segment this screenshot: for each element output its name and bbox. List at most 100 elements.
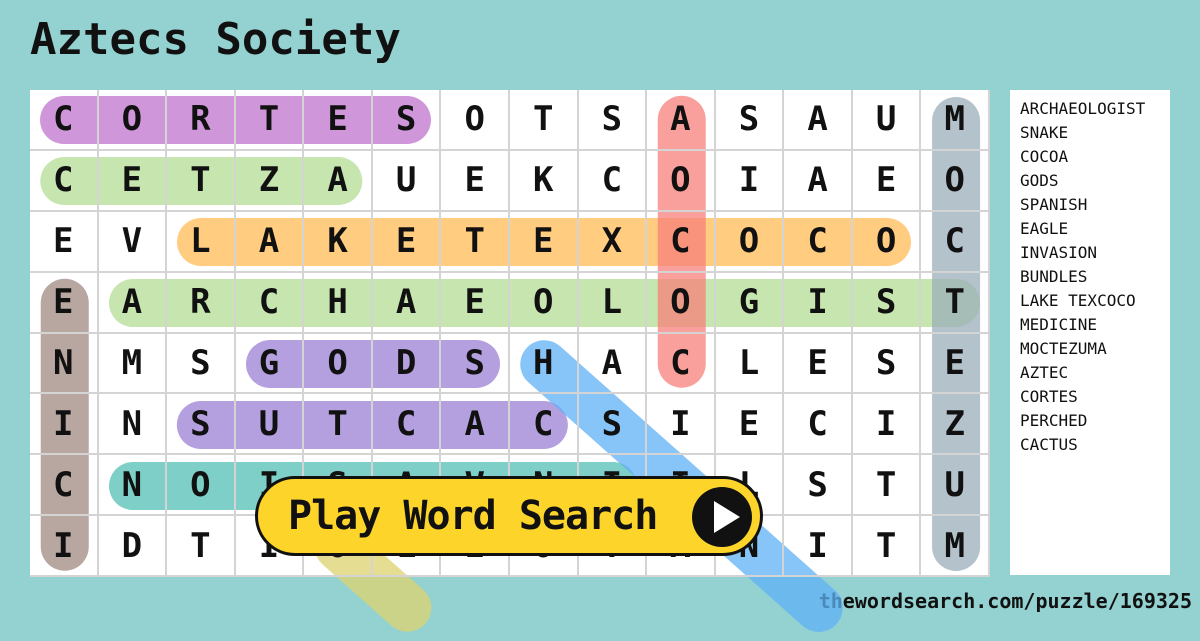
grid-cell[interactable]: A	[578, 333, 648, 395]
word-list-panel: ARCHAEOLOGIST SNAKE COCOA GODS SPANISH EAGLE I…	[1010, 90, 1170, 575]
grid-cell[interactable]: S	[167, 333, 236, 395]
grid-cell[interactable]: U	[372, 150, 442, 212]
grid-cell[interactable]: R	[167, 272, 236, 334]
grid-cell[interactable]: S	[852, 272, 922, 334]
grid-cell[interactable]: A	[372, 272, 442, 334]
grid-cell[interactable]: C	[235, 272, 305, 334]
grid-cell[interactable]: E	[784, 333, 853, 395]
grid-cell[interactable]: I	[715, 150, 785, 212]
grid-cell[interactable]: M	[921, 516, 990, 578]
grid-cell[interactable]: E	[441, 150, 510, 212]
grid-cell[interactable]: S	[852, 333, 922, 395]
grid-cell[interactable]: O	[852, 211, 922, 273]
grid-cell[interactable]: T	[235, 90, 305, 151]
grid-cell[interactable]: T	[441, 211, 510, 273]
grid-cell[interactable]: E	[30, 211, 99, 273]
grid-cell[interactable]: C	[510, 394, 579, 456]
grid-cell[interactable]: Z	[235, 150, 305, 212]
word-list-item: COCOA	[1020, 147, 1069, 166]
grid-cell[interactable]: C	[647, 211, 716, 273]
grid-cell[interactable]: T	[921, 272, 990, 334]
grid-cell[interactable]: O	[510, 272, 579, 334]
grid-cell[interactable]: N	[30, 333, 99, 395]
grid-cell[interactable]: O	[167, 455, 236, 517]
grid-cell[interactable]: E	[510, 211, 579, 273]
grid-cell[interactable]: A	[784, 150, 853, 212]
grid-cell[interactable]: E	[30, 272, 99, 334]
grid-cell[interactable]: T	[167, 150, 236, 212]
grid-cell[interactable]: D	[372, 333, 442, 395]
grid-cell[interactable]: U	[235, 394, 305, 456]
grid-cell[interactable]: C	[30, 455, 99, 517]
grid-cell[interactable]: E	[441, 272, 510, 334]
grid-cell[interactable]: N	[98, 394, 168, 456]
grid-cell[interactable]: I	[30, 516, 99, 578]
grid-cell[interactable]: R	[167, 90, 236, 151]
grid-cell[interactable]: A	[98, 272, 168, 334]
grid-cell[interactable]: O	[921, 150, 990, 212]
grid-cell[interactable]: O	[647, 272, 716, 334]
grid-cell[interactable]: L	[715, 333, 785, 395]
grid-cell[interactable]: C	[784, 394, 853, 456]
grid-cell[interactable]: U	[921, 455, 990, 517]
grid-cell[interactable]: A	[647, 90, 716, 151]
grid-cell[interactable]: I	[30, 394, 99, 456]
grid-cell[interactable]: C	[784, 211, 853, 273]
grid-cell[interactable]: M	[98, 333, 168, 395]
grid-cell[interactable]: T	[510, 90, 579, 151]
grid-cell[interactable]: T	[852, 455, 922, 517]
grid-cell[interactable]: O	[304, 333, 373, 395]
puzzle-url[interactable]: thewordsearch.com/puzzle/169325	[819, 589, 1192, 613]
grid-cell[interactable]: A	[235, 211, 305, 273]
grid-cell[interactable]: C	[647, 333, 716, 395]
grid-cell[interactable]: H	[304, 272, 373, 334]
grid-cell[interactable]: O	[98, 90, 168, 151]
grid-cell[interactable]: E	[852, 150, 922, 212]
grid-cell[interactable]: E	[304, 90, 373, 151]
grid-cell[interactable]: N	[98, 455, 168, 517]
grid-cell[interactable]: E	[921, 333, 990, 395]
grid-cell[interactable]: O	[441, 90, 510, 151]
grid-cell[interactable]: S	[715, 90, 785, 151]
play-word-search-button[interactable]: Play Word Search	[255, 476, 763, 556]
grid-cell[interactable]: I	[852, 394, 922, 456]
grid-cell[interactable]: E	[372, 211, 442, 273]
grid-cell[interactable]: G	[235, 333, 305, 395]
grid-cell[interactable]: T	[167, 516, 236, 578]
grid-cell[interactable]: S	[784, 455, 853, 517]
grid-cell[interactable]: T	[852, 516, 922, 578]
grid-cell[interactable]: K	[304, 211, 373, 273]
grid-cell[interactable]: H	[510, 333, 579, 395]
grid-cell[interactable]: S	[578, 90, 648, 151]
grid-cell[interactable]: I	[784, 516, 853, 578]
grid-cell[interactable]: O	[647, 150, 716, 212]
grid-cell[interactable]: A	[441, 394, 510, 456]
grid-cell[interactable]: G	[715, 272, 785, 334]
grid-cell[interactable]: E	[98, 150, 168, 212]
grid-cell[interactable]: I	[647, 394, 716, 456]
grid-cell[interactable]: S	[578, 394, 648, 456]
grid-cell[interactable]: A	[304, 150, 373, 212]
grid-cell[interactable]: K	[510, 150, 579, 212]
grid-cell[interactable]: S	[167, 394, 236, 456]
grid-cell[interactable]: S	[372, 90, 442, 151]
grid-cell[interactable]: T	[304, 394, 373, 456]
grid-cell[interactable]: I	[784, 272, 853, 334]
grid-cell[interactable]: C	[578, 150, 648, 212]
grid-cell[interactable]: C	[921, 211, 990, 273]
grid-cell[interactable]: X	[578, 211, 648, 273]
grid-cell[interactable]: O	[715, 211, 785, 273]
grid-cell[interactable]: C	[30, 90, 99, 151]
grid-cell[interactable]: L	[578, 272, 648, 334]
grid-cell[interactable]: C	[372, 394, 442, 456]
grid-cell[interactable]: A	[784, 90, 853, 151]
grid-cell[interactable]: E	[715, 394, 785, 456]
grid-cell[interactable]: L	[167, 211, 236, 273]
grid-cell[interactable]: C	[30, 150, 99, 212]
grid-cell[interactable]: D	[98, 516, 168, 578]
grid-cell[interactable]: Z	[921, 394, 990, 456]
grid-cell[interactable]: V	[98, 211, 168, 273]
grid-cell[interactable]: U	[852, 90, 922, 151]
grid-cell[interactable]: S	[441, 333, 510, 395]
grid-cell[interactable]: M	[921, 90, 990, 151]
